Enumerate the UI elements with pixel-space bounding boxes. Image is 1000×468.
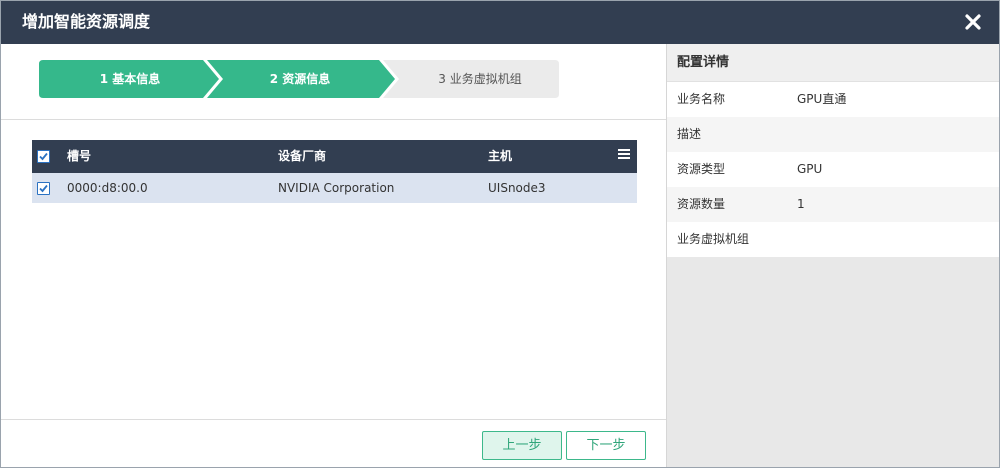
detail-key: 描述 <box>677 127 702 141</box>
select-all-checkbox[interactable] <box>37 150 50 163</box>
close-icon <box>965 14 981 30</box>
prev-step-button[interactable]: 上一步 <box>482 431 562 460</box>
details-heading: 配置详情 <box>677 55 730 70</box>
step-3-label: 3 业务虚拟机组 <box>438 71 521 86</box>
detail-key: 资源数量 <box>677 197 726 211</box>
cell-vendor: NVIDIA Corporation <box>278 181 395 195</box>
step-1-label: 1 基本信息 <box>100 71 161 86</box>
next-step-button[interactable]: 下一步 <box>566 431 646 460</box>
close-button[interactable] <box>962 11 984 33</box>
detail-value: GPU <box>797 162 823 176</box>
cell-host: UISnode3 <box>488 181 546 195</box>
table-row[interactable]: 0000:d8:00.0 NVIDIA Corporation UISnode3 <box>32 173 637 203</box>
menu-icon <box>618 149 630 159</box>
column-header-slot[interactable]: 槽号 <box>67 140 91 173</box>
detail-row-vm-group: 业务虚拟机组 <box>667 222 999 257</box>
left-panel: 1 基本信息 2 资源信息 3 业务虚拟机组 槽号 设备厂商 主机 0000:d… <box>1 44 667 467</box>
detail-row-service-name: 业务名称 GPU直通 <box>667 82 999 117</box>
column-header-host[interactable]: 主机 <box>488 140 512 173</box>
checkbox-checked-icon <box>39 152 48 161</box>
column-header-vendor[interactable]: 设备厂商 <box>278 140 326 173</box>
detail-row-resource-count: 资源数量 1 <box>667 187 999 222</box>
detail-value: 1 <box>797 197 805 211</box>
table-header: 槽号 设备厂商 主机 <box>32 140 637 173</box>
detail-key: 业务虚拟机组 <box>677 232 750 246</box>
cell-slot: 0000:d8:00.0 <box>67 181 148 195</box>
detail-row-description: 描述 <box>667 117 999 152</box>
dialog: 增加智能资源调度 1 基本信息 2 资源信息 3 业务虚拟机组 槽号 设备厂商 … <box>0 0 1000 468</box>
device-table: 槽号 设备厂商 主机 0000:d8:00.0 NVIDIA Corporati… <box>32 140 637 203</box>
detail-key: 业务名称 <box>677 92 726 106</box>
dialog-title: 增加智能资源调度 <box>22 12 151 31</box>
config-details-panel: 配置详情 业务名称 GPU直通 描述 资源类型 GPU 资源数量 1 业务虚拟机… <box>667 44 999 467</box>
row-checkbox[interactable] <box>37 182 50 195</box>
wizard-steps-graphic: 1 基本信息 2 资源信息 3 业务虚拟机组 <box>39 60 559 98</box>
detail-row-resource-type: 资源类型 GPU <box>667 152 999 187</box>
wizard-steps: 1 基本信息 2 资源信息 3 业务虚拟机组 <box>1 44 666 120</box>
detail-value: GPU直通 <box>797 92 847 106</box>
details-heading-bar: 配置详情 <box>667 44 999 82</box>
checkbox-checked-icon <box>39 184 48 193</box>
footer: 上一步 下一步 <box>1 419 666 467</box>
step-2-label: 2 资源信息 <box>270 71 331 86</box>
detail-key: 资源类型 <box>677 162 726 176</box>
column-menu-button[interactable] <box>618 148 630 159</box>
titlebar: 增加智能资源调度 <box>1 1 999 44</box>
